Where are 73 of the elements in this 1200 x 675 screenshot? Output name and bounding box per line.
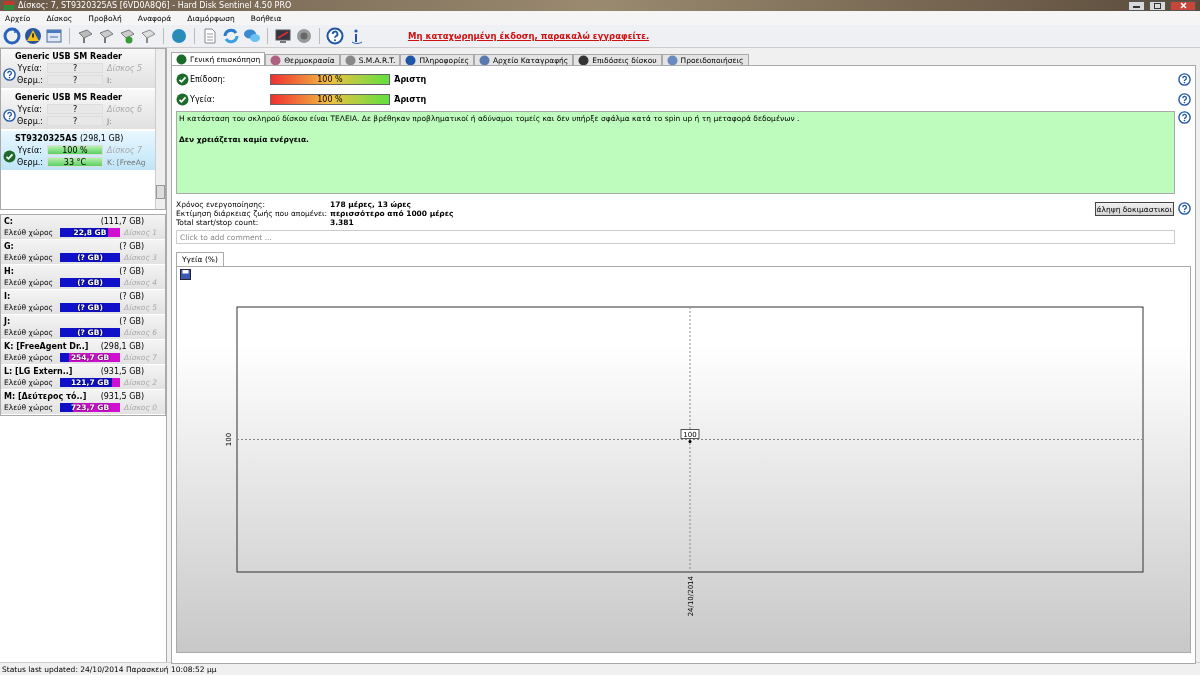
volume-name: M: [Δεύτερος τό..] (4, 392, 87, 401)
help-icon[interactable] (1178, 92, 1191, 106)
help-icon[interactable] (1178, 72, 1191, 86)
window-icon[interactable] (45, 27, 63, 45)
scrollbar[interactable] (155, 49, 165, 209)
health-bar: ? (47, 104, 103, 114)
usb-disk-icon[interactable] (118, 27, 136, 45)
help-icon[interactable] (1178, 111, 1191, 124)
volume-name: H: (4, 267, 14, 276)
rating-text: Άριστη (393, 94, 428, 104)
rating-text: Άριστη (393, 74, 428, 84)
window-title: Δίσκος: 7, ST9320325AS [6VD0A8Q6] - Hard Disk Sentinel 4.50 PRO (18, 1, 293, 10)
volume-size: (931,5 GB) (100, 367, 144, 376)
device-name: Generic USB SM Reader (14, 52, 124, 61)
volume-size: (931,5 GB) (100, 392, 144, 401)
usb-disk-icon[interactable] (139, 27, 157, 45)
volume-name: L: [LG Extern..] (4, 367, 73, 376)
meter-label: Υγεία: (190, 94, 216, 104)
device-name: ST9320325AS (298,1 GB) (14, 134, 125, 143)
temperature-label: Θερμ.: (17, 116, 45, 126)
volume-name: J: (4, 317, 11, 326)
health-label: Υγεία: (17, 104, 43, 114)
volume-size: (? GB) (119, 292, 144, 301)
data-point (688, 440, 692, 443)
temperature-label: Θερμ.: (17, 75, 45, 85)
volume-name: C: (4, 217, 14, 226)
chat-icon[interactable] (243, 27, 261, 45)
app-icon (4, 1, 14, 10)
speaker-icon[interactable] (295, 27, 313, 45)
rating-bar: 100 % (270, 73, 390, 85)
close-button[interactable] (1170, 0, 1196, 11)
volume-name: G: (4, 242, 14, 251)
temperature-bar: ? (47, 116, 103, 126)
disk-label: Δίσκος 7 (105, 145, 144, 155)
usb-disk-icon[interactable] (97, 27, 115, 45)
volume-size: (? GB) (119, 267, 144, 276)
temperature-bar: ? (47, 75, 103, 85)
temperature-label: Θερμ.: (17, 157, 45, 167)
help-icon[interactable] (3, 108, 16, 122)
rating-bar: 100 % (270, 93, 390, 105)
monitor-icon[interactable] (274, 27, 292, 45)
health-label: Υγεία: (17, 145, 43, 155)
disk-label: Δίσκος 5 (105, 63, 144, 73)
check-icon (176, 92, 189, 106)
check-icon (3, 149, 16, 163)
check-icon (176, 72, 189, 86)
temperature-bar: 33 °C (47, 157, 103, 167)
help-icon[interactable] (326, 27, 344, 45)
volume-size: (298,1 GB) (100, 342, 144, 351)
volume-size: (? GB) (119, 317, 144, 326)
help-icon[interactable] (3, 67, 16, 81)
register-link[interactable]: Μη καταχωρημένη έκδοση, παρακαλώ εγγραφείτε. (408, 31, 650, 41)
maximize-button[interactable] (1149, 0, 1166, 11)
health-bar: ? (47, 63, 103, 73)
volume-size: (? GB) (119, 242, 144, 251)
minimize-button[interactable] (1128, 0, 1145, 11)
refresh-icon[interactable] (3, 27, 21, 45)
help-icon[interactable] (1178, 201, 1191, 215)
volume-size: (111,7 GB) (100, 217, 144, 226)
health-bar: 100 % (47, 145, 103, 155)
warning-icon[interactable] (24, 27, 42, 45)
maximize-icon (1154, 2, 1161, 9)
volume-name: I: (4, 292, 11, 301)
close-icon (1179, 2, 1187, 9)
save-icon[interactable] (180, 269, 191, 280)
meter-label: Επίδοση: (190, 74, 227, 84)
health-label: Υγεία: (17, 63, 43, 73)
volume-name: K: [FreeAgent Dr..] (4, 342, 89, 351)
check-icon (176, 53, 187, 65)
sync-icon[interactable] (222, 27, 240, 45)
device-name: Generic USB MS Reader (14, 93, 124, 102)
usb-disk-icon[interactable] (76, 27, 94, 45)
minimize-icon (1133, 3, 1140, 8)
